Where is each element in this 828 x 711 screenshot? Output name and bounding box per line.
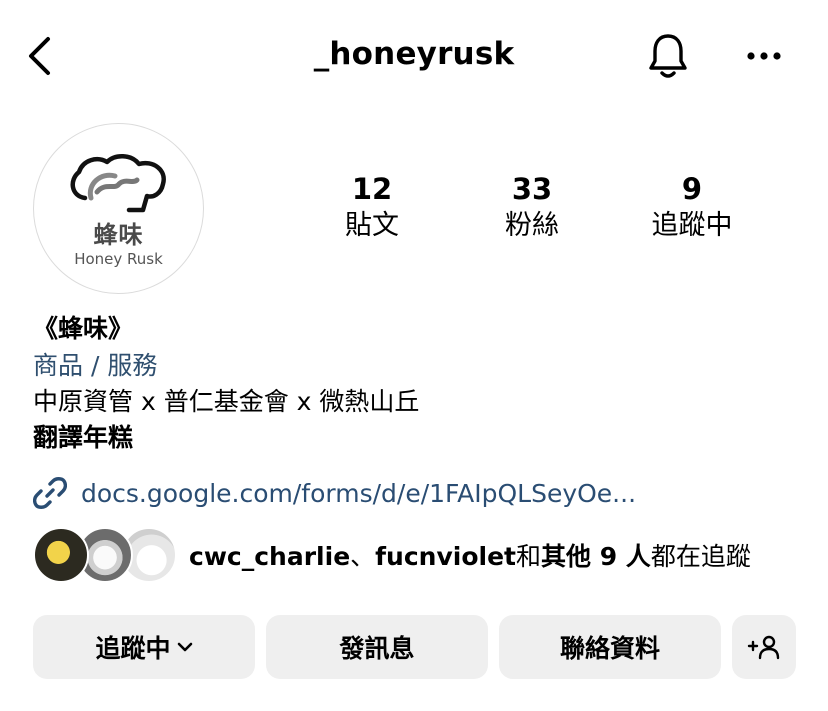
contact-button[interactable]: 聯絡資料 (499, 615, 721, 679)
profile-username: _honeyrusk (313, 36, 515, 72)
followers-label: 粉絲 (505, 210, 559, 241)
add-person-icon (747, 635, 780, 660)
chevron-down-icon (177, 642, 192, 652)
notifications-button[interactable] (644, 30, 692, 82)
following-label: 追蹤中 (651, 210, 733, 241)
message-button[interactable]: 發訊息 (266, 615, 488, 679)
followers-stat[interactable]: 33 粉絲 (472, 172, 592, 244)
followers-count: 33 (511, 172, 553, 206)
mutual-user-1: cwc_charlie (189, 542, 351, 571)
following-count: 9 (681, 172, 703, 206)
link-icon (33, 477, 67, 509)
chef-hat-logo-icon (70, 154, 166, 213)
following-stat[interactable]: 9 追蹤中 (632, 172, 752, 244)
mutual-followers[interactable]: cwc_charlie、fucnviolet和其他 9 人都在追蹤 (33, 526, 751, 584)
following-button-label: 追蹤中 (95, 634, 171, 663)
contact-button-label: 聯絡資料 (559, 634, 660, 663)
bell-icon (649, 34, 687, 78)
posts-label: 貼文 (345, 210, 399, 241)
suggest-people-button[interactable] (732, 615, 796, 679)
bio-display-name: 《蜂味》 (33, 314, 134, 343)
more-options-button[interactable] (740, 36, 788, 76)
bio-text-line: 中原資管 x 普仁基金會 x 微熱山丘 (33, 387, 420, 416)
profile-link-text[interactable]: docs.google.com/forms/d/e/1FAIpQLSeyOe..… (81, 479, 636, 508)
mutual-tail: 都在追蹤 (650, 542, 751, 571)
profile-avatar[interactable]: 蜂味 Honey Rusk (33, 123, 204, 294)
mutual-user-2: fucnviolet (375, 542, 516, 571)
profile-link[interactable]: docs.google.com/forms/d/e/1FAIpQLSeyOe..… (33, 474, 636, 512)
following-button[interactable]: 追蹤中 (33, 615, 255, 679)
mutual-followers-text: cwc_charlie、fucnviolet和其他 9 人都在追蹤 (189, 537, 751, 573)
message-button-label: 發訊息 (339, 634, 415, 663)
bio-category[interactable]: 商品 / 服務 (33, 348, 803, 384)
profile-bio: 《蜂味》 商品 / 服務 中原資管 x 普仁基金會 x 微熱山丘 翻譯年糕 (33, 312, 803, 456)
mutual-separator: 、 (350, 542, 376, 571)
avatar-logo-chinese: 蜂味 (93, 221, 144, 249)
avatar-logo-english: Honey Rusk (74, 250, 163, 268)
posts-count: 12 (351, 172, 393, 206)
top-bar: _honeyrusk (0, 0, 828, 112)
mutual-others: 其他 9 人 (541, 542, 651, 571)
posts-stat[interactable]: 12 貼文 (312, 172, 432, 244)
more-horizontal-icon (747, 52, 781, 60)
bio-text-bold: 翻譯年糕 (33, 423, 134, 452)
mutual-and: 和 (515, 542, 541, 571)
mutual-follower-avatar (33, 527, 89, 583)
